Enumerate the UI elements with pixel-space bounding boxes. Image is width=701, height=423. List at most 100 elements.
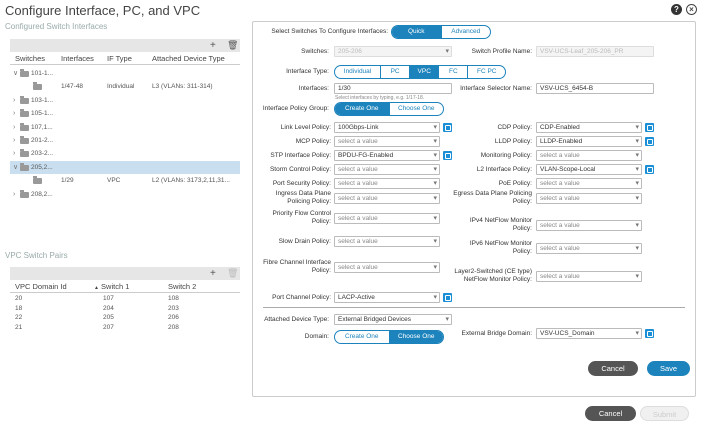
trash-icon[interactable]: 🗑 [227, 39, 238, 52]
policy-select[interactable]: select a value ▾ [334, 262, 440, 273]
chevron-down-icon: ▾ [635, 245, 639, 252]
domain-choose[interactable]: Choose One [389, 331, 443, 343]
col-interfaces: Interfaces [61, 54, 94, 63]
vpc-cell: 203 [168, 304, 179, 312]
link-icon[interactable] [645, 329, 654, 338]
chevron-down-icon: ▾ [635, 124, 639, 131]
link-icon[interactable] [645, 137, 654, 146]
iftype-vpc[interactable]: VPC [410, 66, 440, 78]
col-iftype: IF Type [107, 54, 132, 63]
policy-select[interactable]: 100Gbps-Link ▾ [334, 122, 440, 133]
panel-cancel-button[interactable]: Cancel [588, 361, 638, 376]
link-icon[interactable] [443, 123, 452, 132]
tree-switch-label: 103-1... [31, 96, 54, 104]
mode-quick[interactable]: Quick [392, 26, 442, 38]
selector-label: Interface Selector Name: [460, 85, 532, 92]
chevron-down-icon[interactable]: ∨ [13, 161, 18, 174]
tree-row[interactable]: ∨ 205,2... [10, 160, 240, 174]
policy-select[interactable]: select a value ▾ [536, 150, 642, 161]
ext-domain-select[interactable]: VSV-UCS_Domain ▾ [536, 328, 642, 339]
policy-select[interactable]: select a value ▾ [334, 213, 440, 224]
iftype-fcpc[interactable]: FC PC [468, 66, 505, 78]
chevron-right-icon[interactable]: › [13, 107, 15, 120]
policy-select[interactable]: select a value ▾ [334, 136, 440, 147]
panel-save-button[interactable]: Save [647, 361, 690, 376]
policy-select[interactable]: select a value ▾ [536, 243, 642, 254]
chevron-down-icon: ▾ [433, 238, 437, 245]
iftype-individual[interactable]: Individual [335, 66, 382, 78]
policy-select[interactable]: select a value ▾ [536, 178, 642, 189]
policy-label: Layer2-Switched (CE type) NetFlow Monito… [454, 268, 532, 283]
policy-select[interactable]: VLAN-Scope-Local ▾ [536, 164, 642, 175]
vpc-row[interactable]: 18 204 203 [10, 304, 240, 314]
mode-advanced[interactable]: Advanced [442, 26, 491, 38]
policy-select[interactable]: select a value ▾ [334, 178, 440, 189]
link-icon[interactable] [645, 123, 654, 132]
tree-row[interactable]: › 107,1... [10, 121, 240, 134]
chevron-right-icon[interactable]: › [13, 188, 15, 201]
chevron-down-icon: ▾ [433, 166, 437, 173]
vpc-row[interactable]: 20 107 108 [10, 294, 240, 304]
vpc-table-header: VPC Domain Id ▲ Switch 1 Switch 2 [10, 281, 240, 293]
attached-device-select[interactable]: External Bridged Devices ▾ [334, 314, 452, 325]
folder-icon [20, 122, 29, 131]
policy-select[interactable]: LACP-Active ▾ [334, 292, 440, 303]
add-icon[interactable]: + [210, 39, 216, 52]
chevron-right-icon[interactable]: › [13, 147, 15, 160]
policy-group-toggle[interactable]: Create One Choose One [334, 102, 444, 116]
iftype-fc[interactable]: FC [439, 66, 469, 78]
chevron-down-icon[interactable]: ∨ [13, 67, 18, 80]
chevron-right-icon[interactable]: › [13, 134, 15, 147]
tree-row[interactable]: › 105-1... [10, 107, 240, 120]
tree-interface: 1/29 [61, 177, 74, 185]
policy-select[interactable]: select a value ▾ [536, 193, 642, 204]
help-icon[interactable]: ? [671, 4, 682, 15]
policy-group-choose[interactable]: Choose One [390, 103, 444, 115]
mode-toggle[interactable]: Quick Advanced [391, 25, 491, 39]
policy-group-create[interactable]: Create One [335, 103, 390, 115]
chevron-down-icon: ▾ [635, 180, 639, 187]
domain-label: Domain: [304, 333, 329, 340]
policy-select[interactable]: LLDP-Enabled ▾ [536, 136, 642, 147]
folder-icon [20, 95, 29, 104]
policy-label: STP Interface Policy: [270, 152, 331, 159]
folder-icon [20, 162, 29, 171]
interface-type-toggle[interactable]: Individual PC VPC FC FC PC [334, 65, 506, 79]
link-icon[interactable] [645, 165, 654, 174]
vpc-row[interactable]: 22 205 206 [10, 313, 240, 323]
vpc-cell: 208 [168, 323, 179, 331]
policy-select[interactable]: CDP-Enabled ▾ [536, 122, 642, 133]
policy-select[interactable]: select a value ▾ [334, 193, 440, 204]
selector-name-input[interactable]: VSV-UCS_6454-B [536, 83, 654, 94]
col-switches: Switches [15, 54, 46, 63]
policy-select[interactable]: BPDU-FG-Enabled ▾ [334, 150, 440, 161]
tree-row[interactable]: 1/47-48 Individual L3 (VLANs: 311-314) [10, 80, 240, 93]
chevron-right-icon[interactable]: › [13, 94, 15, 107]
interfaces-input[interactable]: 1/30 [334, 83, 452, 94]
link-icon[interactable] [443, 293, 452, 302]
tree-row[interactable]: › 208,2... [10, 188, 240, 201]
policy-select[interactable]: select a value ▾ [334, 164, 440, 175]
policy-label: LLDP Policy: [494, 138, 532, 145]
tree-row[interactable]: ∨ 101-1... [10, 67, 240, 80]
domain-toggle[interactable]: Create One Choose One [334, 330, 444, 344]
policy-select[interactable]: select a value ▾ [536, 220, 642, 231]
chevron-down-icon: ▾ [635, 152, 639, 159]
chevron-right-icon[interactable]: › [13, 121, 15, 134]
cancel-button[interactable]: Cancel [585, 406, 636, 421]
policy-select[interactable]: select a value ▾ [536, 271, 642, 282]
domain-create[interactable]: Create One [335, 331, 390, 343]
link-icon[interactable] [443, 151, 452, 160]
vpc-row[interactable]: 21 207 208 [10, 323, 240, 333]
switch-table-header: Switches Interfaces IF Type Attached Dev… [10, 53, 240, 65]
close-icon[interactable]: × [686, 4, 697, 15]
col-switch1[interactable]: ▲ Switch 1 [94, 281, 129, 294]
iftype-pc[interactable]: PC [381, 66, 411, 78]
tree-row[interactable]: › 103-1... [10, 94, 240, 107]
folder-icon [33, 176, 42, 185]
tree-row[interactable]: › 201-2... [10, 134, 240, 147]
policy-select[interactable]: select a value ▾ [334, 236, 440, 247]
tree-row[interactable]: 1/29 VPC L2 (VLANs: 3173,2,11,31... [10, 174, 240, 187]
tree-row[interactable]: › 203-2... [10, 147, 240, 160]
add-icon[interactable]: + [210, 267, 216, 280]
